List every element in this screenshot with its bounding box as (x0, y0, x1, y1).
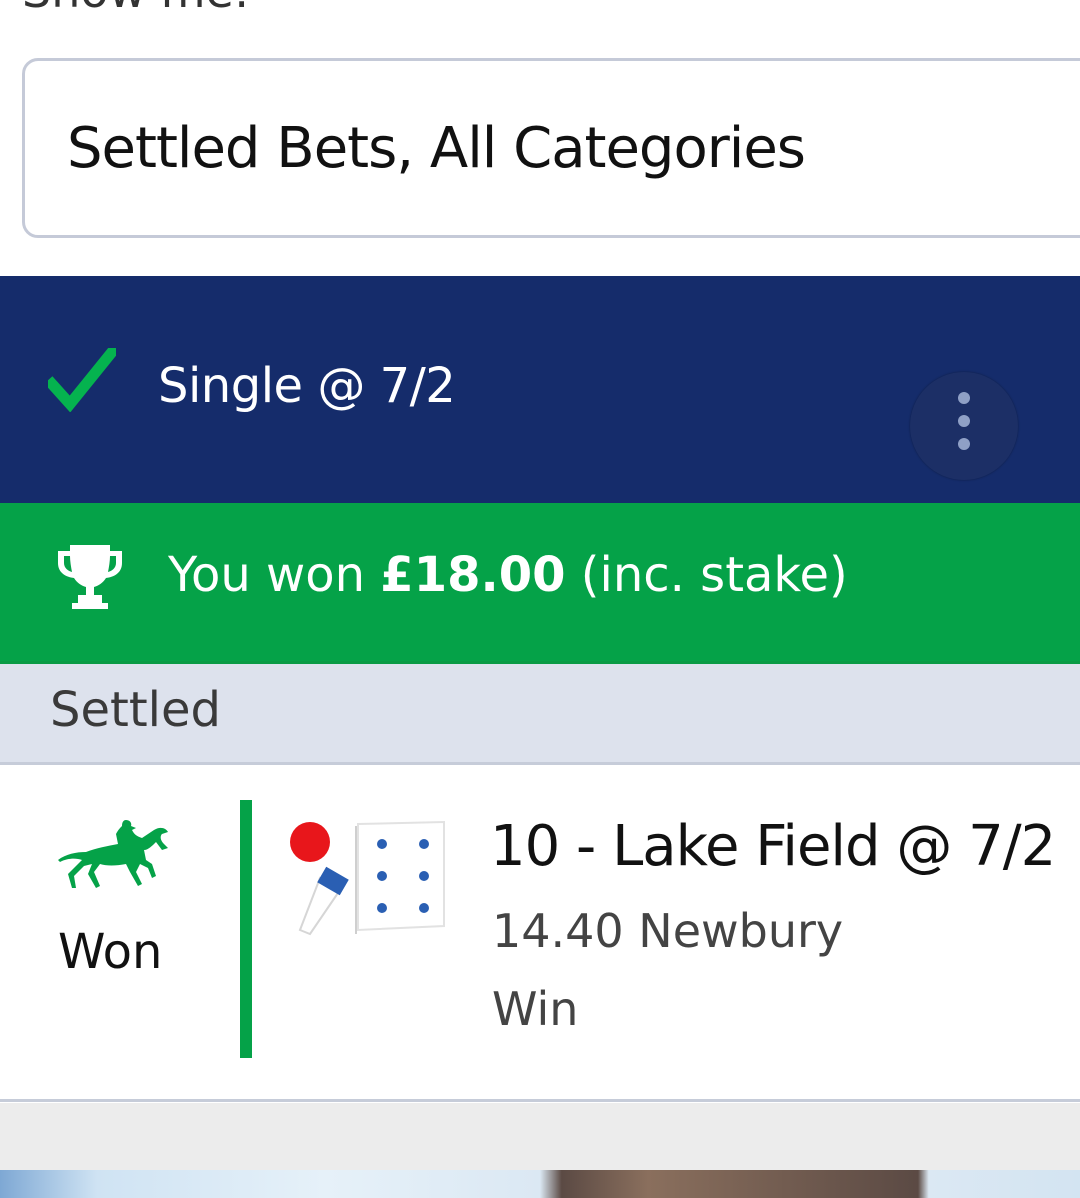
selection-race: 14.40 Newbury (492, 904, 844, 958)
result-label: Won (58, 924, 163, 980)
more-vertical-icon-dot (958, 438, 970, 450)
more-vertical-icon (958, 392, 970, 404)
selection-row[interactable]: Won 10 - Lake Field @ 7/2 14.40 Newbury … (0, 768, 1080, 1102)
filter-label: Show me: (22, 0, 249, 14)
win-banner: You won £18.00 (inc. stake) (0, 503, 1080, 661)
win-message: You won £18.00 (inc. stake) (168, 547, 848, 603)
selection-market: Win (492, 982, 579, 1036)
more-options-button[interactable] (910, 372, 1018, 480)
bet-status-label: Settled (50, 682, 221, 738)
section-divider (0, 1103, 1080, 1170)
bet-header: Single @ 7/2 (0, 276, 1080, 503)
bet-title: Single @ 7/2 (158, 358, 456, 414)
promo-banner-image[interactable] (0, 1170, 1080, 1198)
check-icon (48, 348, 116, 412)
filter-value: Settled Bets, All Categories (67, 115, 806, 181)
more-vertical-icon-dot (958, 415, 970, 427)
selection-name: 10 - Lake Field @ 7/2 (490, 814, 1056, 879)
result-indicator-bar (240, 800, 252, 1058)
jockey-silks-icon (290, 820, 445, 936)
trophy-icon (58, 545, 122, 609)
win-suffix: (inc. stake) (565, 547, 848, 603)
bet-status-bar: Settled (0, 661, 1080, 765)
win-prefix: You won (168, 547, 381, 603)
bet-filter-select[interactable]: Settled Bets, All Categories (22, 58, 1080, 238)
horse-racing-icon (58, 820, 168, 888)
win-amount: £18.00 (380, 547, 566, 603)
